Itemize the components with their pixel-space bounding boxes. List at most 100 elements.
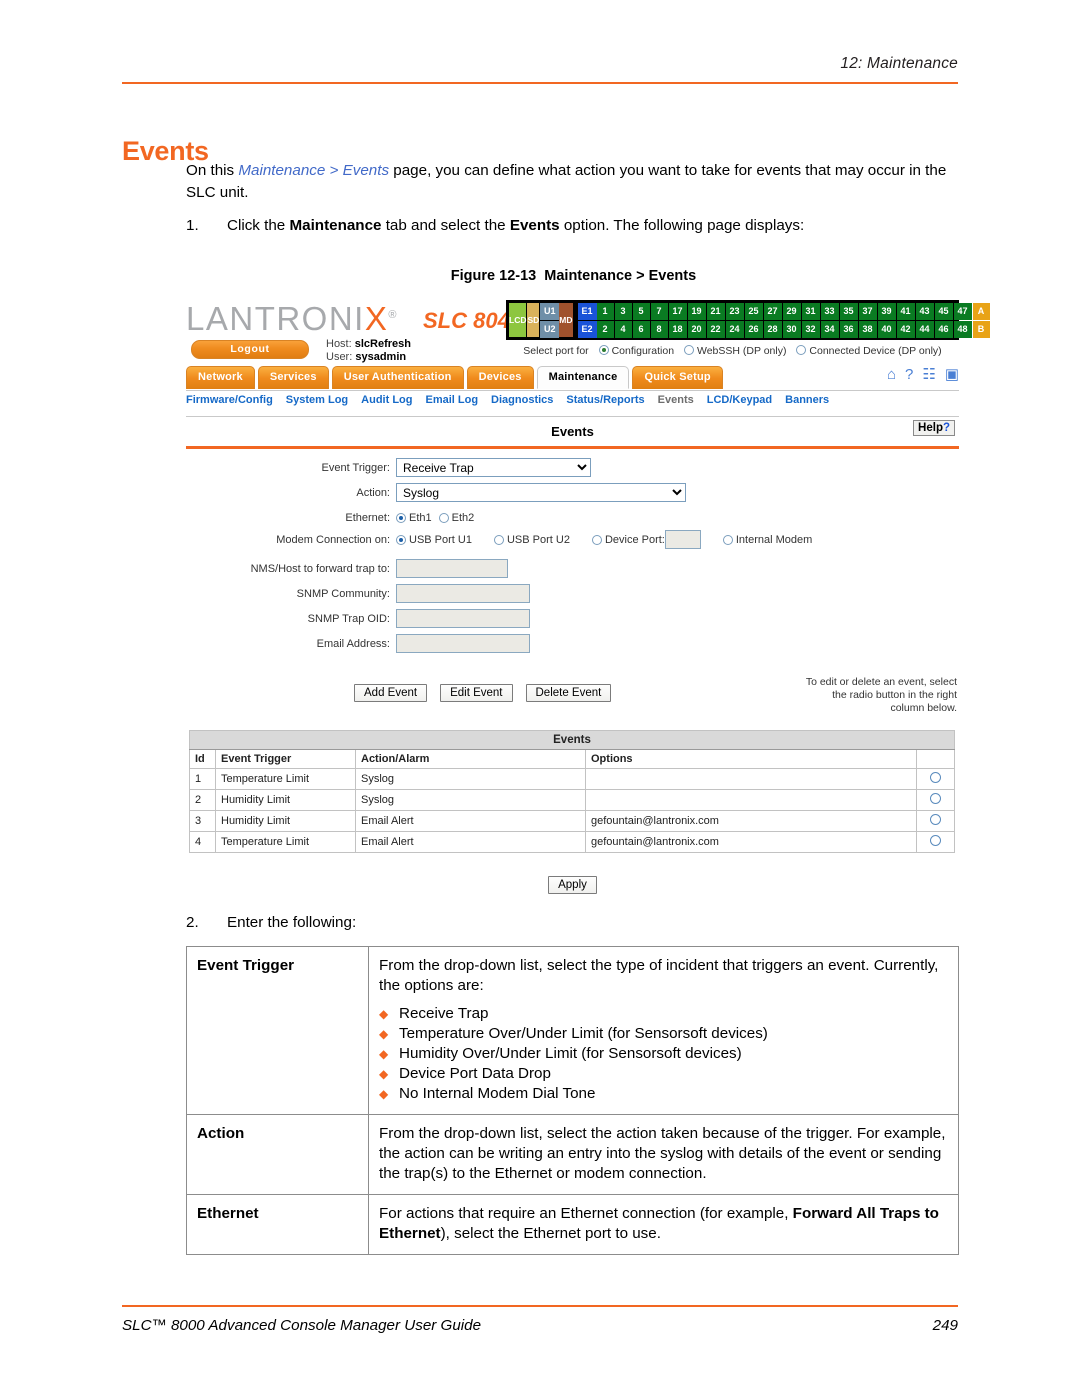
radio-device-port[interactable] [591,534,602,545]
port-42[interactable]: 42 [896,321,915,338]
subnav-diagnostics[interactable]: Diagnostics [491,394,553,406]
port-40[interactable]: 40 [877,321,896,338]
port-31[interactable]: 31 [801,303,820,320]
subnav-audit-log[interactable]: Audit Log [361,394,412,406]
snmp-community-input[interactable] [396,584,530,603]
port-a[interactable]: A [972,303,990,320]
port-3[interactable]: 3 [614,303,632,320]
port-20[interactable]: 20 [687,321,706,338]
sitemap-icon[interactable]: ☷ [922,367,935,383]
port-45[interactable]: 45 [934,303,953,320]
help-icon[interactable]: ? [905,367,913,383]
port-e2[interactable]: E2 [577,321,597,338]
action-select[interactable]: Syslog [396,483,686,502]
radio-internal-modem[interactable] [722,534,733,545]
port-u2[interactable]: U2 [540,321,560,338]
port-41[interactable]: 41 [896,303,915,320]
port-8[interactable]: 8 [650,321,668,338]
port-26[interactable]: 26 [744,321,763,338]
port-43[interactable]: 43 [915,303,934,320]
port-38[interactable]: 38 [858,321,877,338]
console-icon[interactable]: ▣ [945,367,959,383]
logout-button[interactable]: Logout [191,340,309,359]
radio-configuration[interactable] [598,345,609,355]
snmp-trap-oid-input[interactable] [396,609,530,628]
port-map[interactable]: LCD SD U1 U2 MD E1 E2 12345678 17 18 19 20 2… [506,300,990,340]
subnav-events[interactable]: Events [658,394,694,406]
radio-connected-device[interactable] [796,345,807,355]
edit-event-button[interactable]: Edit Event [440,684,513,702]
port-35[interactable]: 35 [839,303,858,320]
apply-button[interactable]: Apply [548,876,597,894]
port-44[interactable]: 44 [915,321,934,338]
tab-network[interactable]: Network [186,366,255,389]
port-5[interactable]: 5 [632,303,650,320]
tab-user-authentication[interactable]: User Authentication [331,366,464,389]
port-34[interactable]: 34 [820,321,839,338]
port-23[interactable]: 23 [725,303,744,320]
port-18[interactable]: 18 [668,321,687,338]
port-28[interactable]: 28 [763,321,782,338]
port-24[interactable]: 24 [725,321,744,338]
radio-usb-port-u2[interactable] [493,534,504,545]
event-select-radio[interactable] [930,772,941,783]
subnav-lcd-keypad[interactable]: LCD/Keypad [707,394,772,406]
port-32[interactable]: 32 [801,321,820,338]
port-4[interactable]: 4 [614,321,632,338]
email-address-input[interactable] [396,634,530,653]
subnav-firmware-config[interactable]: Firmware/Config [186,394,273,406]
radio-usb-port-u1[interactable] [396,534,406,545]
port-map-panel: LCD SD U1 U2 MD E1 E2 12345678 17 18 19 20 2… [506,300,990,357]
event-select-radio[interactable] [930,835,941,846]
radio-webssh[interactable] [683,345,694,355]
port-1[interactable]: 1 [596,303,614,320]
port-e1[interactable]: E1 [577,303,597,320]
port-19[interactable]: 19 [687,303,706,320]
port-46[interactable]: 46 [934,321,953,338]
port-47[interactable]: 47 [953,303,972,320]
port-7[interactable]: 7 [650,303,668,320]
device-port-input[interactable] [664,530,701,549]
delete-event-button[interactable]: Delete Event [525,684,612,702]
port-grid-high: 17 18 19 20 21 22 23 24 25 26 27 28 29 30 31 32 33 34 35 36… [668,303,973,338]
port-sd[interactable]: SD [527,303,540,337]
subnav-status-reports[interactable]: Status/Reports [566,394,644,406]
desc-value-ethernet: For actions that require an Ethernet con… [368,1194,959,1255]
radio-eth2[interactable] [438,513,449,523]
port-md[interactable]: MD [559,303,573,337]
port-17[interactable]: 17 [668,303,687,320]
event-select-radio[interactable] [930,814,941,825]
home-icon[interactable]: ⌂ [887,367,896,383]
radio-eth1[interactable] [396,513,406,523]
tab-maintenance[interactable]: Maintenance [536,366,630,389]
port-39[interactable]: 39 [877,303,896,320]
tab-services[interactable]: Services [257,366,329,389]
port-33[interactable]: 33 [820,303,839,320]
event-trigger-select[interactable]: Receive Trap [396,458,591,477]
tab-devices[interactable]: Devices [466,366,534,389]
port-u1[interactable]: U1 [540,303,560,320]
tab-quick-setup[interactable]: Quick Setup [632,366,723,389]
port-lcd[interactable]: LCD [509,303,527,337]
port-22[interactable]: 22 [706,321,725,338]
port-30[interactable]: 30 [782,321,801,338]
port-6[interactable]: 6 [632,321,650,338]
port-48[interactable]: 48 [953,321,972,338]
port-2[interactable]: 2 [596,321,614,338]
port-21[interactable]: 21 [706,303,725,320]
subnav-system-log[interactable]: System Log [286,394,348,406]
subnav-email-log[interactable]: Email Log [425,394,478,406]
event-select-radio[interactable] [930,793,941,804]
nms-host-input[interactable] [396,559,508,578]
intro-breadcrumb-link[interactable]: Maintenance > Events [238,162,389,179]
port-b[interactable]: B [972,321,990,338]
port-25[interactable]: 25 [744,303,763,320]
port-column: 45 46 [934,303,953,338]
port-29[interactable]: 29 [782,303,801,320]
port-27[interactable]: 27 [763,303,782,320]
help-button[interactable]: Help? [913,420,955,436]
add-event-button[interactable]: Add Event [354,684,428,702]
port-37[interactable]: 37 [858,303,877,320]
subnav-banners[interactable]: Banners [785,394,829,406]
port-36[interactable]: 36 [839,321,858,338]
